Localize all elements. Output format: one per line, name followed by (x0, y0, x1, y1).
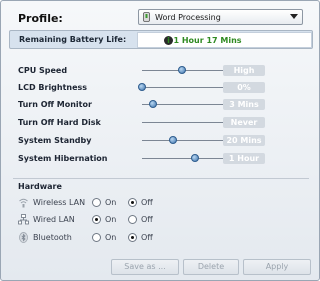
radio-off[interactable] (128, 233, 137, 242)
radio-off[interactable] (128, 215, 137, 224)
power-plug-icon (142, 12, 151, 22)
setting-value: 0% (223, 82, 265, 93)
bluetooth-icon (18, 232, 29, 243)
battery-life-value: ~ 1 Hour 17 Mins (164, 36, 242, 45)
hardware-label: Wired LAN (33, 215, 75, 224)
setting-label: LCD Brightness (18, 83, 88, 92)
profile-selected-value: Word Processing (155, 12, 221, 22)
radio-off-label: Off (141, 215, 153, 224)
slider-track[interactable] (142, 70, 231, 71)
setting-value: Never (223, 117, 265, 128)
hardware-section-title: Hardware (18, 182, 62, 191)
battery-life-row: Remaining Battery Life: ~ 1 Hour 17 Mins… (9, 30, 313, 49)
setting-value: High (223, 65, 265, 76)
profile-dropdown[interactable]: Word Processing (138, 9, 303, 25)
radio-off[interactable] (128, 198, 137, 207)
setting-label: CPU Speed (18, 66, 68, 75)
setting-value: 1 Hour (223, 153, 265, 164)
setting-cpu-speed: CPU Speed High (18, 65, 268, 77)
setting-turn-off-monitor: Turn Off Monitor 3 Mins (18, 99, 268, 111)
radio-on[interactable] (92, 198, 101, 207)
chevron-down-icon[interactable] (290, 14, 298, 19)
slider-track[interactable] (142, 122, 231, 123)
setting-value: 3 Mins (223, 99, 265, 110)
hardware-row-wired-lan: Wired LAN On Off (18, 214, 218, 226)
setting-turn-off-hard-disk: Turn Off Hard Disk Never (18, 117, 268, 129)
delete-button[interactable]: Delete (183, 259, 239, 275)
radio-on-label: On (105, 198, 117, 207)
slider-thumb[interactable] (138, 83, 146, 91)
setting-label: System Hibernation (18, 154, 108, 163)
network-icon (18, 214, 29, 225)
radio-on-label: On (105, 233, 117, 242)
setting-label: Turn Off Monitor (18, 100, 92, 109)
slider-thumb[interactable] (148, 100, 157, 108)
setting-value: 20 Mins (223, 135, 265, 146)
setting-system-hibernation: System Hibernation 1 Hour (18, 153, 268, 165)
hardware-row-wireless-lan: Wireless LAN On Off (18, 197, 218, 209)
hardware-label: Bluetooth (33, 233, 72, 242)
slider-track[interactable] (142, 158, 231, 159)
battery-life-value-box: ~ 1 Hour 17 Mins i (137, 32, 312, 48)
save-as-button[interactable]: Save as ... (111, 259, 179, 275)
slider-thumb[interactable] (191, 154, 200, 162)
section-divider (13, 178, 309, 179)
hardware-label: Wireless LAN (33, 198, 86, 207)
slider-thumb[interactable] (178, 66, 187, 74)
radio-on[interactable] (92, 215, 101, 224)
radio-on[interactable] (92, 233, 101, 242)
slider-thumb[interactable] (169, 136, 178, 144)
info-icon[interactable]: i (164, 36, 173, 45)
profile-label: Profile: (18, 12, 63, 25)
slider-track[interactable] (142, 140, 231, 141)
wireless-icon (18, 197, 29, 208)
radio-off-label: Off (141, 198, 153, 207)
radio-on-label: On (105, 215, 117, 224)
hardware-row-bluetooth: Bluetooth On Off (18, 232, 218, 244)
setting-lcd-brightness: LCD Brightness 0% (18, 82, 268, 94)
apply-button[interactable]: Apply (243, 259, 311, 275)
radio-off-label: Off (141, 233, 153, 242)
setting-label: System Standby (18, 136, 92, 145)
setting-label: Turn Off Hard Disk (18, 118, 101, 127)
power-management-panel: Profile: Word Processing Remaining Batte… (0, 0, 320, 281)
slider-track[interactable] (142, 87, 231, 88)
setting-system-standby: System Standby 20 Mins (18, 135, 268, 147)
battery-life-label: Remaining Battery Life: (19, 35, 127, 44)
